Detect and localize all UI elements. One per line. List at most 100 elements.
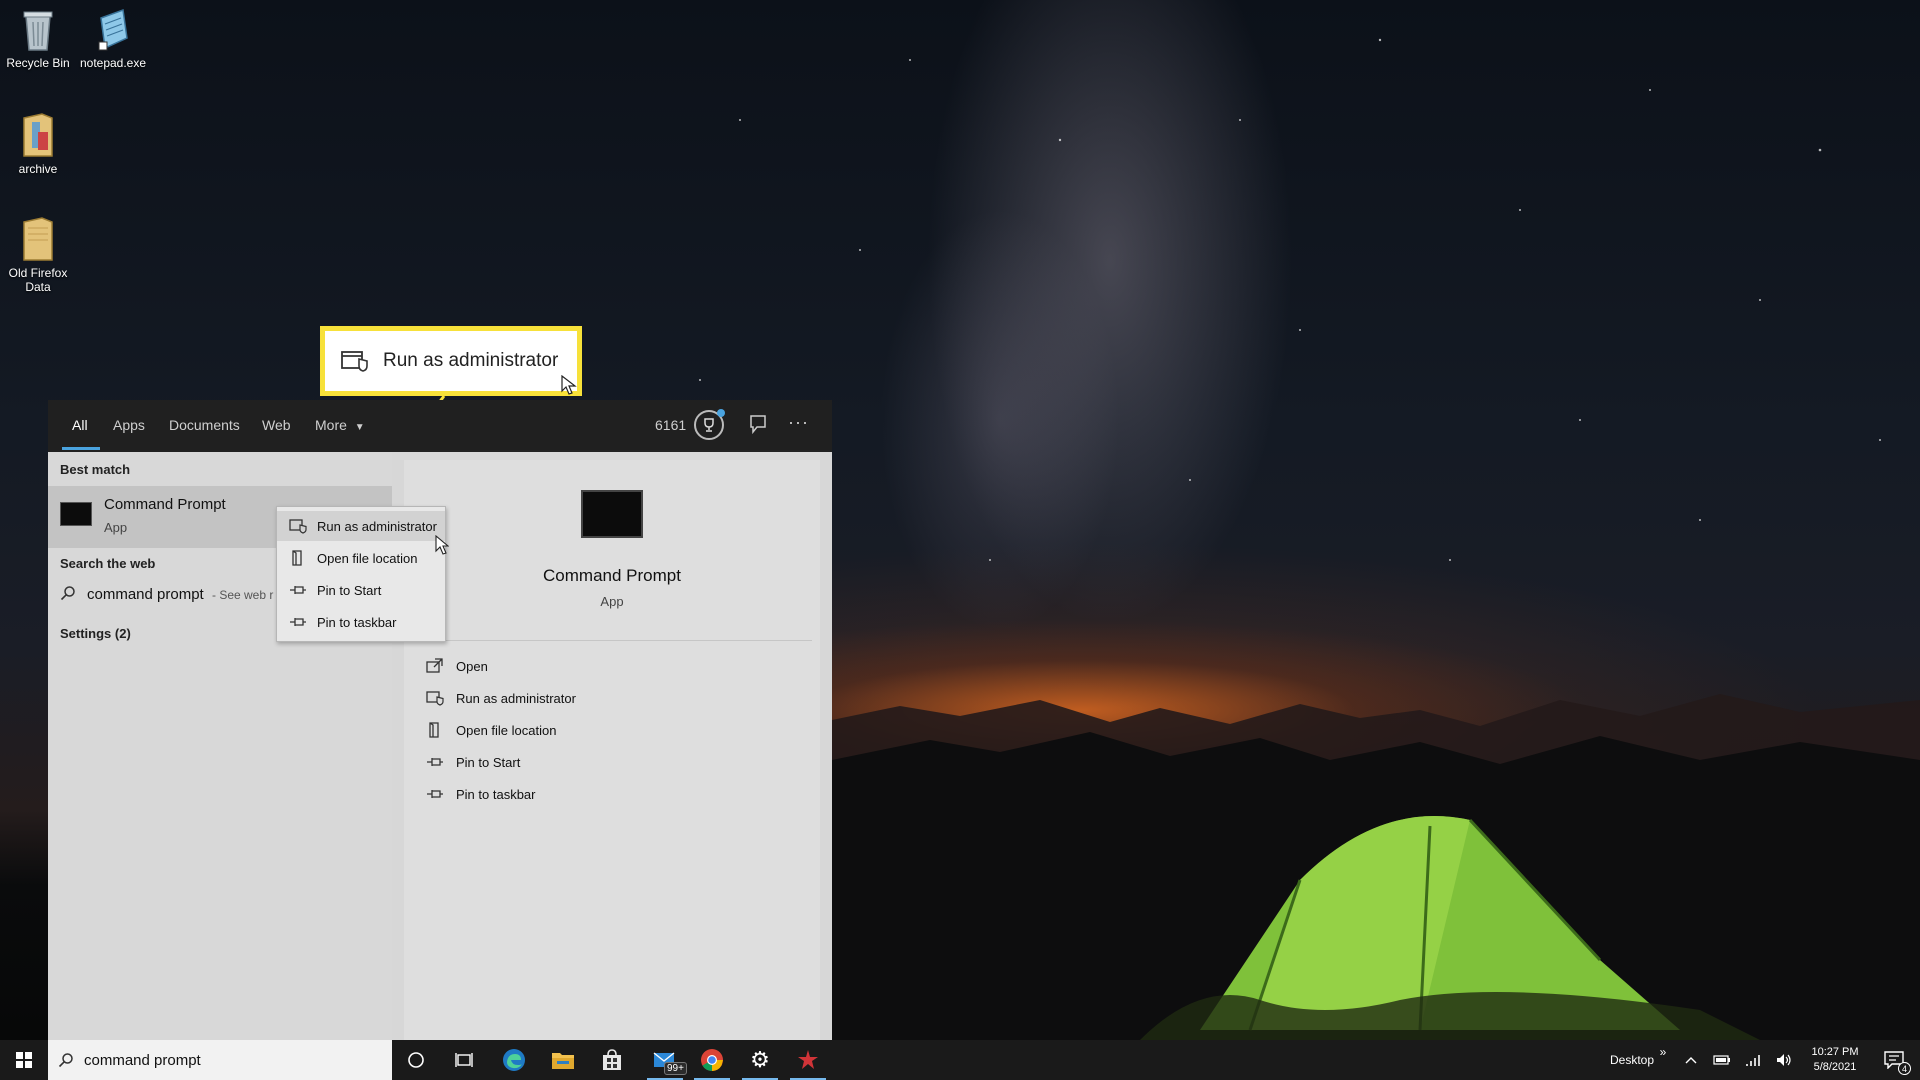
taskbar-clock[interactable]: 10:27 PM 5/8/2021 — [1800, 1040, 1870, 1080]
edge-icon — [503, 1049, 525, 1071]
action-open[interactable]: Open — [426, 658, 488, 674]
search-icon — [60, 586, 75, 601]
start-button[interactable] — [0, 1040, 48, 1080]
action-open-file-location[interactable]: Open file location — [426, 722, 556, 738]
windows-icon — [16, 1052, 32, 1068]
preview-divider — [412, 640, 812, 641]
action-pin-to-start[interactable]: Pin to Start — [426, 754, 520, 770]
desktop-icon-recycle-bin[interactable]: Recycle Bin — [0, 8, 76, 70]
chevron-down-icon: ▼ — [354, 422, 365, 433]
gear-icon: ⚙ — [750, 1047, 770, 1072]
command-prompt-icon — [60, 502, 92, 526]
settings-heading[interactable]: Settings (2) — [60, 626, 131, 641]
action-center-button[interactable]: 4 — [1874, 1040, 1914, 1080]
taskbar-app-edge[interactable] — [490, 1040, 538, 1080]
shield-run-icon — [426, 691, 444, 706]
shield-run-icon — [289, 519, 307, 534]
taskbar-app-file-explorer[interactable] — [539, 1040, 587, 1080]
volume-icon — [1777, 1054, 1791, 1066]
context-open-file-location[interactable]: Open file location — [277, 543, 445, 573]
rewards-points: 6161 — [655, 417, 687, 433]
taskbar-app-settings[interactable]: ⚙ — [736, 1040, 784, 1080]
battery-icon — [1713, 1055, 1730, 1065]
tab-all[interactable]: All — [72, 417, 88, 433]
cortana-icon — [408, 1052, 424, 1068]
notification-count-badge: 4 — [1898, 1062, 1911, 1075]
desktop-icon-label: Old Firefox Data — [8, 266, 68, 294]
search-panel-header: All Apps Documents Web More ▼ 6161 ··· — [48, 400, 832, 452]
clock-date: 5/8/2021 — [1813, 1061, 1857, 1073]
web-query: command prompt — [87, 586, 204, 603]
task-view-icon — [455, 1053, 473, 1067]
desktop-icon-old-firefox-data[interactable]: Old Firefox Data — [0, 216, 76, 294]
rewards-notification-dot — [717, 409, 725, 417]
wifi-icon — [1746, 1055, 1760, 1066]
pin-icon — [290, 586, 306, 594]
network-button[interactable] — [1740, 1040, 1768, 1080]
open-icon — [426, 658, 443, 673]
recycle-bin-icon — [23, 11, 53, 51]
pin-icon — [290, 618, 306, 626]
file-explorer-icon — [552, 1053, 574, 1069]
toolbar-chevron[interactable]: » — [1656, 1032, 1670, 1072]
taskbar-app-store[interactable] — [588, 1040, 636, 1080]
feedback-button[interactable] — [748, 414, 768, 439]
cortana-button[interactable] — [392, 1040, 440, 1080]
pin-icon — [427, 790, 443, 798]
notepad-icon — [98, 8, 128, 51]
rewards-trophy-button[interactable] — [694, 409, 725, 440]
search-input[interactable] — [84, 1051, 364, 1069]
tab-apps[interactable]: Apps — [113, 417, 145, 433]
action-label: Run as administrator — [456, 690, 576, 706]
callout-label: Run as administrator — [383, 350, 559, 371]
show-hidden-icons-button[interactable] — [1678, 1040, 1704, 1080]
shield-run-icon — [341, 351, 368, 372]
taskbar-app-mail[interactable]: 99+ — [641, 1040, 689, 1080]
file-location-icon — [429, 722, 439, 738]
best-match-name: Command Prompt — [104, 496, 226, 513]
snip-icon — [798, 1050, 818, 1069]
action-label: Pin to taskbar — [456, 786, 536, 802]
tab-more[interactable]: More ▼ — [315, 417, 365, 433]
context-pin-to-start[interactable]: Pin to Start — [277, 575, 445, 605]
taskbar-search-box[interactable] — [48, 1040, 392, 1080]
cursor-icon — [435, 535, 449, 555]
taskbar: 99+ ⚙ Desktop » — [0, 1040, 1920, 1080]
action-run-as-administrator[interactable]: Run as administrator — [426, 690, 576, 706]
context-menu: Run as administrator Open file location … — [276, 506, 446, 642]
file-location-icon — [292, 550, 302, 566]
task-view-button[interactable] — [440, 1040, 488, 1080]
battery-button[interactable] — [1708, 1040, 1736, 1080]
folder-icon — [23, 217, 53, 261]
context-pin-to-taskbar[interactable]: Pin to taskbar — [277, 607, 445, 637]
preview-name: Command Prompt — [543, 566, 681, 585]
tab-documents[interactable]: Documents — [169, 417, 240, 433]
taskbar-app-snip[interactable] — [784, 1040, 832, 1080]
trophy-icon — [704, 418, 714, 432]
desktop-icon-archive[interactable]: archive — [0, 112, 76, 176]
action-label: Pin to Start — [456, 754, 521, 770]
volume-button[interactable] — [1770, 1040, 1798, 1080]
pin-icon — [427, 758, 443, 766]
desktop-icon-label: archive — [18, 162, 58, 176]
action-pin-to-taskbar[interactable]: Pin to taskbar — [426, 786, 536, 802]
context-run-as-administrator[interactable]: Run as administrator — [277, 511, 445, 541]
taskbar-app-chrome[interactable] — [688, 1040, 736, 1080]
cursor-icon — [561, 375, 577, 395]
feedback-icon — [750, 415, 766, 435]
desktop-toolbar-label[interactable]: Desktop — [1602, 1040, 1662, 1080]
search-panel: All Apps Documents Web More ▼ 6161 ··· B… — [48, 400, 832, 1040]
more-options-button[interactable]: ··· — [788, 412, 809, 433]
preview-type: App — [600, 594, 624, 609]
context-item-label: Open file location — [317, 550, 418, 566]
desktop-icon-label: Recycle Bin — [6, 56, 70, 70]
chrome-icon — [701, 1049, 723, 1071]
context-item-label: Pin to Start — [317, 582, 382, 598]
tab-more-label: More — [315, 417, 347, 433]
best-match-type: App — [104, 520, 128, 535]
active-tab-indicator — [62, 447, 100, 450]
tab-web[interactable]: Web — [262, 417, 291, 433]
folder-icon — [23, 113, 53, 157]
desktop-icon-notepad[interactable]: notepad.exe — [75, 8, 151, 70]
clock-time: 10:27 PM — [1811, 1046, 1859, 1058]
